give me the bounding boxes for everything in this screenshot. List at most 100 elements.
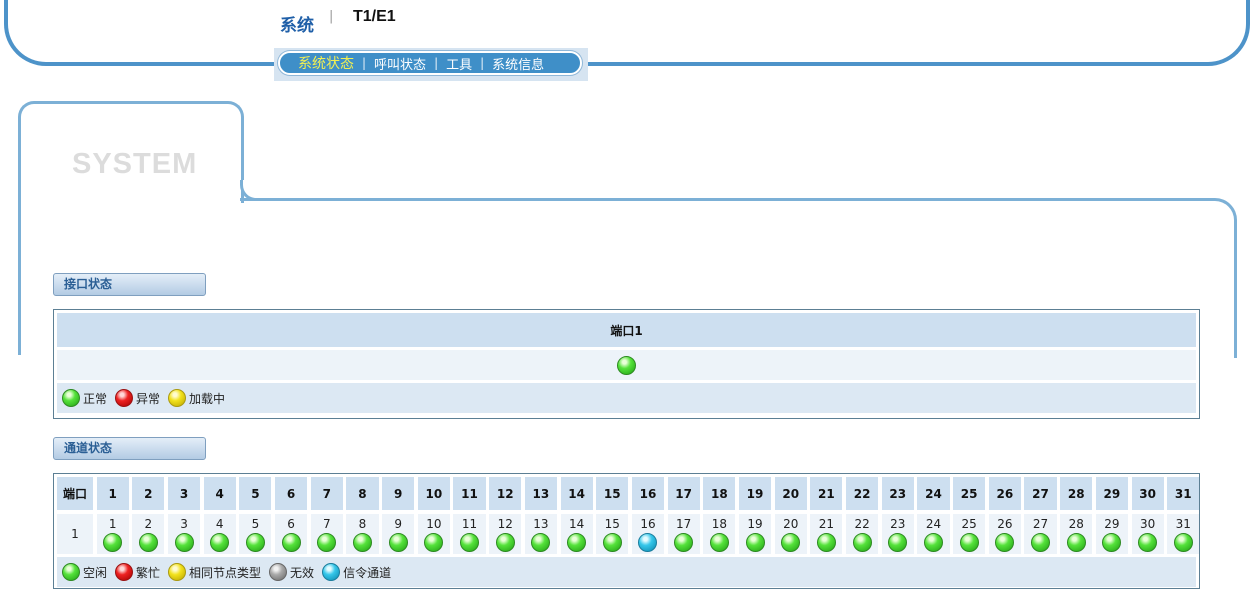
channel-header: 18 — [703, 477, 736, 510]
legend-label: 空闲 — [83, 565, 108, 580]
title-separator: | — [329, 9, 334, 24]
channel-header: 1 — [96, 477, 129, 510]
signaling-channel-indicator-icon — [322, 563, 341, 581]
channel-number: 14 — [568, 517, 585, 531]
channel-cell: 22 — [846, 514, 879, 554]
channel-status-indicator — [495, 533, 515, 552]
channel-status-button[interactable]: 通道状态 — [53, 437, 206, 460]
channel-header: 31 — [1167, 477, 1200, 510]
channel-cell: 23 — [881, 514, 914, 554]
channel-status-indicator — [388, 533, 408, 552]
channel-status-indicator — [317, 533, 337, 552]
channel-number: 30 — [1139, 517, 1156, 531]
channel-number: 7 — [322, 517, 331, 531]
channel-number: 17 — [676, 517, 692, 531]
channel-number: 29 — [1104, 517, 1120, 531]
same-node-type-indicator-icon — [168, 563, 187, 581]
channel-header: 14 — [560, 477, 593, 510]
channel-cell: 8 — [346, 514, 379, 554]
channel-number: 15 — [604, 517, 620, 531]
loading-indicator-icon — [168, 389, 187, 407]
frame-left-line — [18, 180, 21, 355]
legend-label: 正常 — [83, 391, 108, 406]
channel-status-indicator — [138, 533, 158, 552]
channel-header: 8 — [346, 477, 379, 510]
channel-number: 8 — [358, 517, 367, 531]
main-nav: 系统状态 | 呼叫状态 | 工具 | 系统信息 — [274, 48, 588, 81]
channel-cell: 3 — [167, 514, 201, 554]
nav-item-tools[interactable]: 工具 — [438, 54, 480, 73]
channel-cell: 12 — [489, 514, 522, 554]
channel-number: 28 — [1068, 517, 1084, 531]
channel-status-indicator — [1031, 533, 1051, 552]
channel-cell: 21 — [810, 514, 843, 554]
normal-indicator-icon — [62, 389, 80, 407]
nav-item-call-status[interactable]: 呼叫状态 — [366, 54, 434, 73]
idle-indicator-icon — [62, 563, 80, 581]
channel-cell: 14 — [560, 514, 593, 554]
channel-cell: 19 — [738, 514, 772, 554]
channel-status-indicator — [281, 533, 301, 552]
channel-number: 24 — [925, 517, 942, 531]
channel-number: 5 — [251, 517, 260, 531]
channel-cell: 15 — [596, 514, 629, 554]
channel-header: 11 — [453, 477, 486, 510]
port-header: 端口1 — [57, 313, 1196, 347]
channel-status-indicator — [781, 533, 801, 552]
channel-header: 10 — [417, 477, 450, 510]
port-status-indicator — [617, 355, 636, 375]
busy-indicator-icon — [115, 563, 134, 581]
channel-cell: 18 — [703, 514, 736, 554]
channel-status-indicator — [602, 533, 622, 552]
channel-status-indicator — [210, 533, 230, 552]
channel-cell: 20 — [774, 514, 807, 554]
channel-number: 18 — [711, 517, 727, 531]
legend-label: 加载中 — [189, 391, 226, 406]
channel-status-indicator — [352, 533, 372, 552]
channel-status-panel: 端口 1 2 3 4 5 6 7 8 9 10 11 12 13 14 15 16 17 18 19 20 21 22 23… — [53, 473, 1200, 589]
nav-pill: 系统状态 | 呼叫状态 | 工具 | 系统信息 — [278, 51, 582, 75]
interface-status-button[interactable]: 接口状态 — [53, 273, 206, 296]
channel-cell: 31 — [1167, 514, 1200, 554]
channel-cell: 25 — [953, 514, 986, 554]
channel-number: 19 — [747, 517, 763, 531]
channel-cell: 10 — [417, 514, 450, 554]
channel-cell: 7 — [310, 514, 343, 554]
channel-cell: 2 — [132, 514, 165, 554]
channel-header: 7 — [310, 477, 343, 510]
nav-item-system-status[interactable]: 系统状态 — [280, 53, 362, 73]
channel-status-indicator — [923, 533, 943, 552]
legend-label: 无效 — [290, 565, 315, 580]
nav-item-system-info[interactable]: 系统信息 — [484, 54, 552, 73]
channel-header: 30 — [1131, 477, 1164, 510]
channel-status-indicator — [638, 533, 658, 552]
channel-number: 12 — [497, 517, 513, 531]
channel-header: 25 — [953, 477, 986, 510]
channel-status-indicator — [709, 533, 729, 552]
channel-header: 13 — [524, 477, 557, 510]
channel-cell: 28 — [1060, 514, 1093, 554]
channel-status-indicator — [531, 533, 551, 552]
channel-status-indicator — [460, 533, 480, 552]
port-status-row — [57, 350, 1196, 380]
channel-status-indicator — [424, 533, 444, 552]
legend-label: 信令通道 — [343, 565, 392, 580]
channel-number: 13 — [533, 517, 549, 531]
channel-number: 25 — [961, 517, 977, 531]
interface-status-panel: 端口1 正常 异常 加载中 — [53, 309, 1200, 419]
channel-cell: 29 — [1095, 514, 1128, 554]
channel-cell: 24 — [917, 514, 950, 554]
channel-cell: 16 — [631, 514, 664, 554]
channel-number: 23 — [890, 517, 906, 531]
channel-status-indicator — [816, 533, 836, 552]
channel-number: 22 — [854, 517, 870, 531]
channel-number: 1 — [108, 517, 117, 531]
channel-header: 23 — [881, 477, 914, 510]
channel-cell: 1 — [96, 514, 129, 554]
channel-cell: 13 — [524, 514, 557, 554]
channel-cell: 26 — [988, 514, 1021, 554]
channel-number: 26 — [997, 517, 1013, 531]
channel-header: 4 — [203, 477, 236, 510]
port-column-header: 端口 — [57, 477, 93, 510]
channel-header: 24 — [917, 477, 950, 510]
